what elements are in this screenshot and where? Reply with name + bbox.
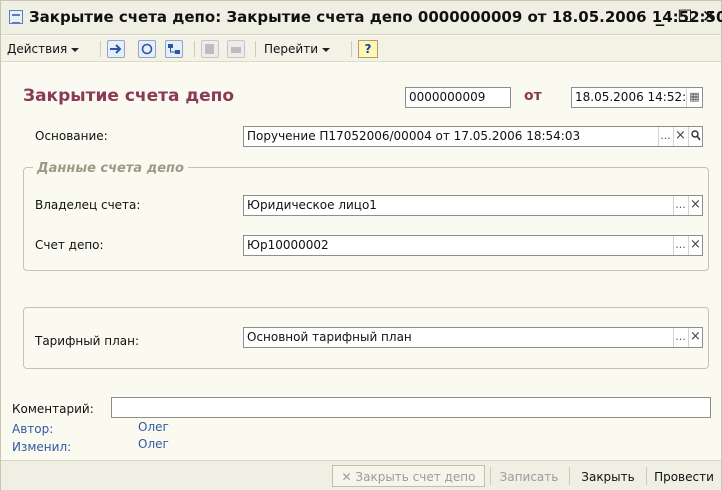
actions-menu-label: Действия (7, 42, 68, 56)
toolbar-separator (100, 41, 101, 57)
command-separator (490, 467, 491, 485)
document-window: Закрытие счета депо: Закрытие счета депо… (0, 0, 722, 490)
goto-menu[interactable]: Перейти (264, 39, 330, 59)
depo-group-legend: Данные счета депо (33, 161, 188, 176)
print-icon[interactable] (227, 40, 245, 58)
close-window-button[interactable]: ✕ (698, 6, 720, 28)
post-icon[interactable] (107, 40, 125, 58)
command-separator (569, 467, 570, 485)
save-button[interactable]: Записать (493, 465, 565, 487)
date-separator-label: от (524, 88, 542, 104)
clear-button[interactable]: × (673, 127, 687, 146)
calendar-icon[interactable]: ▦ (686, 88, 702, 107)
document-number-field[interactable]: 0000000009 (405, 87, 511, 108)
minimize-button[interactable]: _ (649, 6, 671, 28)
help-button[interactable]: ? (358, 40, 378, 58)
command-bar: ✕ Закрыть счет депо Записать Закрыть Про… (1, 460, 721, 490)
command-separator (646, 467, 647, 485)
toolbar-separator (194, 41, 195, 57)
basis-value: Поручение П17052006/00004 от 17.05.2006 … (247, 129, 581, 143)
chevron-down-icon (322, 47, 330, 52)
title-bar[interactable]: Закрытие счета депо: Закрытие счета депо… (1, 1, 722, 35)
close-account-label: Закрыть счет депо (355, 470, 476, 484)
structure-icon[interactable] (165, 40, 183, 58)
comment-field[interactable] (111, 397, 711, 418)
actions-menu[interactable]: Действия (7, 39, 80, 59)
account-field[interactable]: Юр10000002 ... × (243, 235, 703, 256)
comment-label: Коментарий: (12, 402, 94, 416)
goto-menu-label: Перейти (264, 42, 318, 56)
select-dots-button[interactable]: ... (673, 236, 687, 255)
document-title: Закрытие счета депо (23, 86, 235, 106)
chevron-down-icon (71, 47, 80, 52)
author-value: Олег (138, 420, 169, 434)
tariff-label: Тарифный план: (35, 334, 140, 348)
toolbar-separator (255, 41, 256, 57)
tariff-value: Основной тарифный план (247, 330, 412, 344)
select-dots-button[interactable]: ... (673, 328, 687, 347)
close-account-button[interactable]: ✕ Закрыть счет депо (332, 465, 485, 487)
form-icon (9, 10, 23, 24)
basis-label: Основание: (35, 129, 108, 143)
post-button[interactable]: Провести (649, 465, 719, 487)
window-title: Закрытие счета депо: Закрытие счета депо… (29, 8, 722, 26)
owner-field[interactable]: Юридическое лицо1 ... × (243, 195, 703, 216)
author-label: Автор: (12, 422, 54, 436)
search-icon[interactable] (688, 127, 702, 146)
close-button[interactable]: Закрыть (573, 465, 643, 487)
changed-label: Изменил: (12, 440, 72, 454)
close-account-icon: ✕ (341, 470, 356, 484)
basis-field[interactable]: Поручение П17052006/00004 от 17.05.2006 … (243, 126, 703, 147)
owner-value: Юридическое лицо1 (247, 198, 377, 212)
document-date-field[interactable]: 18.05.2006 14:52:5 ▦ (571, 87, 703, 108)
refresh-icon[interactable] (138, 40, 156, 58)
toolbar-separator (351, 41, 352, 57)
tariff-field[interactable]: Основной тарифный план ... × (243, 327, 703, 348)
owner-label: Владелец счета: (35, 198, 141, 212)
clear-button[interactable]: × (688, 236, 702, 255)
clear-button[interactable]: × (688, 328, 702, 347)
document-date-value: 18.05.2006 14:52:5 (575, 90, 694, 104)
changed-value: Олег (138, 437, 169, 451)
maximize-button[interactable]: ☐ (674, 6, 696, 28)
select-dots-button[interactable]: ... (658, 127, 672, 146)
toolbar: Действия Перейти ? (1, 36, 721, 62)
based-on-icon[interactable] (201, 40, 219, 58)
account-value: Юр10000002 (247, 238, 329, 252)
clear-button[interactable]: × (688, 196, 702, 215)
account-label: Счет депо: (35, 238, 104, 252)
select-dots-button[interactable]: ... (673, 196, 687, 215)
